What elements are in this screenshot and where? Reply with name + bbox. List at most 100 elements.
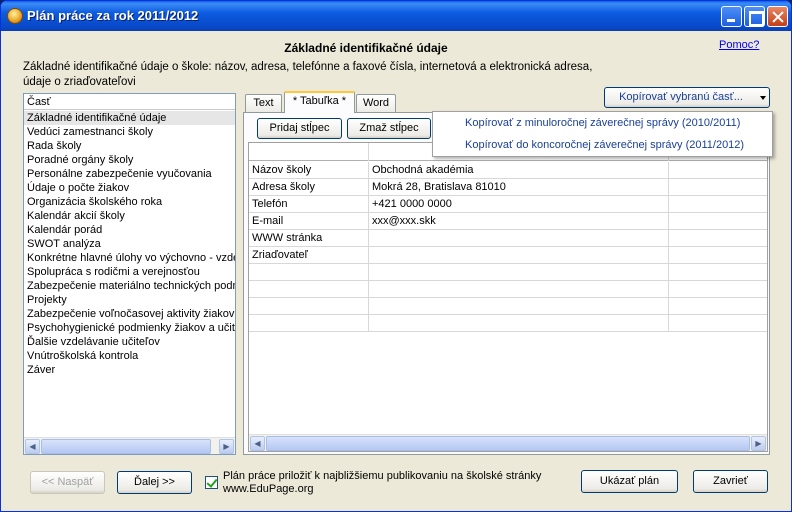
section-list-item[interactable]: Zabezpečenie materiálno technických podm… <box>24 279 235 293</box>
table-row[interactable]: E-mail xxx@xxx.skk <box>249 213 767 230</box>
scroll-right-icon[interactable]: ▶ <box>751 436 766 451</box>
section-list-header: Časť <box>24 94 235 110</box>
row-extra-cell[interactable] <box>669 162 767 179</box>
row-extra-cell[interactable] <box>669 247 767 264</box>
row-extra-cell[interactable] <box>669 213 767 230</box>
tab-text[interactable]: Text <box>245 94 282 112</box>
section-list-item[interactable]: Poradné orgány školy <box>24 153 235 167</box>
publish-checkbox[interactable] <box>205 476 218 489</box>
table-row[interactable]: Telefón +421 0000 0000 <box>249 196 767 213</box>
tab-word[interactable]: Word <box>356 94 396 112</box>
row-label-cell[interactable]: Adresa školy <box>249 179 369 196</box>
row-value-cell[interactable]: +421 0000 0000 <box>369 196 669 213</box>
scroll-left-icon[interactable]: ◀ <box>250 436 265 451</box>
section-list-item[interactable]: SWOT analýza <box>24 237 235 251</box>
copy-part-button[interactable]: Kopírovať vybranú časť... <box>604 87 770 108</box>
section-list-item[interactable]: Spolupráca s rodičmi a verejnosťou <box>24 265 235 279</box>
copy-menu: Kopírovať z minuloročnej záverečnej sprá… <box>432 111 773 157</box>
row-value-cell[interactable]: Mokrá 28, Bratislava 81010 <box>369 179 669 196</box>
section-list-item[interactable]: Ďalšie vzdelávanie učiteľov <box>24 335 235 349</box>
table-row[interactable] <box>249 298 767 315</box>
row-value-cell[interactable] <box>369 247 669 264</box>
section-list-item[interactable]: Organizácia školského roka <box>24 195 235 209</box>
copy-part-label: Kopírovať vybranú časť... <box>619 91 743 103</box>
minimize-button[interactable] <box>721 6 742 27</box>
app-icon <box>7 8 23 24</box>
section-list-item[interactable]: Vedúci zamestnanci školy <box>24 125 235 139</box>
scroll-right-icon[interactable]: ▶ <box>219 439 234 454</box>
row-label-cell[interactable] <box>249 281 369 298</box>
row-extra-cell[interactable] <box>669 281 767 298</box>
row-extra-cell[interactable] <box>669 230 767 247</box>
row-value-cell[interactable] <box>369 230 669 247</box>
close-window-button[interactable] <box>767 6 788 27</box>
row-value-cell[interactable] <box>369 264 669 281</box>
row-label-cell[interactable]: Telefón <box>249 196 369 213</box>
window-title: Plán práce za rok 2011/2012 <box>27 8 199 23</box>
section-list-item[interactable]: Kalendár akcií školy <box>24 209 235 223</box>
maximize-button[interactable] <box>744 6 765 27</box>
show-plan-button[interactable]: Ukázať plán <box>581 470 678 493</box>
main-window: Plán práce za rok 2011/2012 Základné ide… <box>0 0 792 512</box>
tab-table[interactable]: * Tabuľka * <box>284 91 355 113</box>
table-row[interactable]: WWW stránka <box>249 230 767 247</box>
section-list-item[interactable]: Psychohygienické podmienky žiakov a učit… <box>24 321 235 335</box>
row-label-cell[interactable]: E-mail <box>249 213 369 230</box>
back-button[interactable]: << Naspäť <box>30 471 105 494</box>
section-list-item[interactable]: Projekty <box>24 293 235 307</box>
publish-label: Plán práce priložiť k najbližšiemu publi… <box>223 470 583 496</box>
row-extra-cell[interactable] <box>669 264 767 281</box>
section-list-item[interactable]: Údaje o počte žiakov <box>24 181 235 195</box>
row-label-cell[interactable] <box>249 315 369 332</box>
section-description: Základné identifikačné údaje o škole: ná… <box>23 60 723 90</box>
menu-item-copy-from-previous[interactable]: Kopírovať z minuloročnej záverečnej sprá… <box>433 113 772 134</box>
next-button[interactable]: Ďalej >> <box>117 471 192 494</box>
row-label-cell[interactable] <box>249 298 369 315</box>
row-value-cell[interactable]: Obchodná akadémia <box>369 162 669 179</box>
table-row[interactable] <box>249 315 767 332</box>
section-list[interactable]: Časť Základné identifikačné údaje Vedúci … <box>23 93 236 455</box>
row-label-cell[interactable]: Zriaďovateľ <box>249 247 369 264</box>
data-table[interactable]: Názov školy Obchodná akadémia Adresa školy… <box>248 142 768 452</box>
scroll-left-icon[interactable]: ◀ <box>25 439 40 454</box>
section-list-item[interactable]: Záver <box>24 363 235 377</box>
row-extra-cell[interactable] <box>669 298 767 315</box>
row-value-cell[interactable] <box>369 315 669 332</box>
row-extra-cell[interactable] <box>669 315 767 332</box>
remove-column-button[interactable]: Zmaž stĺpec <box>347 118 431 139</box>
row-label-cell[interactable]: WWW stránka <box>249 230 369 247</box>
section-title: Základné identifikačné údaje <box>284 41 448 55</box>
table-row[interactable]: Zriaďovateľ <box>249 247 767 264</box>
table-row[interactable]: Adresa školy Mokrá 28, Bratislava 81010 <box>249 179 767 196</box>
section-list-item[interactable]: Konkrétne hlavné úlohy vo výchovno - vzd… <box>24 251 235 265</box>
add-column-button[interactable]: Pridaj stĺpec <box>257 118 342 139</box>
section-list-item[interactable]: Personálne zabezpečenie vyučovania <box>24 167 235 181</box>
table-body: Názov školy Obchodná akadémia Adresa školy… <box>249 162 767 332</box>
table-row[interactable]: Názov školy Obchodná akadémia <box>249 162 767 179</box>
title-bar[interactable]: Plán práce za rok 2011/2012 <box>1 1 791 31</box>
section-list-item[interactable]: Vnútroškolská kontrola <box>24 349 235 363</box>
section-list-items: Základné identifikačné údaje Vedúci zames… <box>24 111 235 377</box>
section-list-scrollbar[interactable]: ◀ ▶ <box>24 437 235 454</box>
help-link[interactable]: Pomoc? <box>719 39 759 51</box>
table-row[interactable] <box>249 264 767 281</box>
row-label-cell[interactable] <box>249 264 369 281</box>
row-label-cell[interactable]: Názov školy <box>249 162 369 179</box>
row-extra-cell[interactable] <box>669 196 767 213</box>
scroll-thumb[interactable] <box>266 436 750 451</box>
publish-label-line-2: www.EduPage.org <box>223 483 314 495</box>
scroll-thumb[interactable] <box>41 439 211 454</box>
row-extra-cell[interactable] <box>669 179 767 196</box>
row-value-cell[interactable] <box>369 281 669 298</box>
close-button[interactable]: Zavrieť <box>693 470 768 493</box>
table-scrollbar[interactable]: ◀ ▶ <box>249 434 767 451</box>
section-list-item[interactable]: Zabezpečenie voľnočasovej aktivity žiako… <box>24 307 235 321</box>
description-line-1: Základné identifikačné údaje o škole: ná… <box>23 61 593 73</box>
row-value-cell[interactable]: xxx@xxx.skk <box>369 213 669 230</box>
section-list-item[interactable]: Základné identifikačné údaje <box>24 111 235 125</box>
menu-item-copy-to-final[interactable]: Kopírovať do koncoročnej záverečnej sprá… <box>433 135 772 156</box>
section-list-item[interactable]: Kalendár porád <box>24 223 235 237</box>
table-row[interactable] <box>249 281 767 298</box>
row-value-cell[interactable] <box>369 298 669 315</box>
section-list-item[interactable]: Rada školy <box>24 139 235 153</box>
